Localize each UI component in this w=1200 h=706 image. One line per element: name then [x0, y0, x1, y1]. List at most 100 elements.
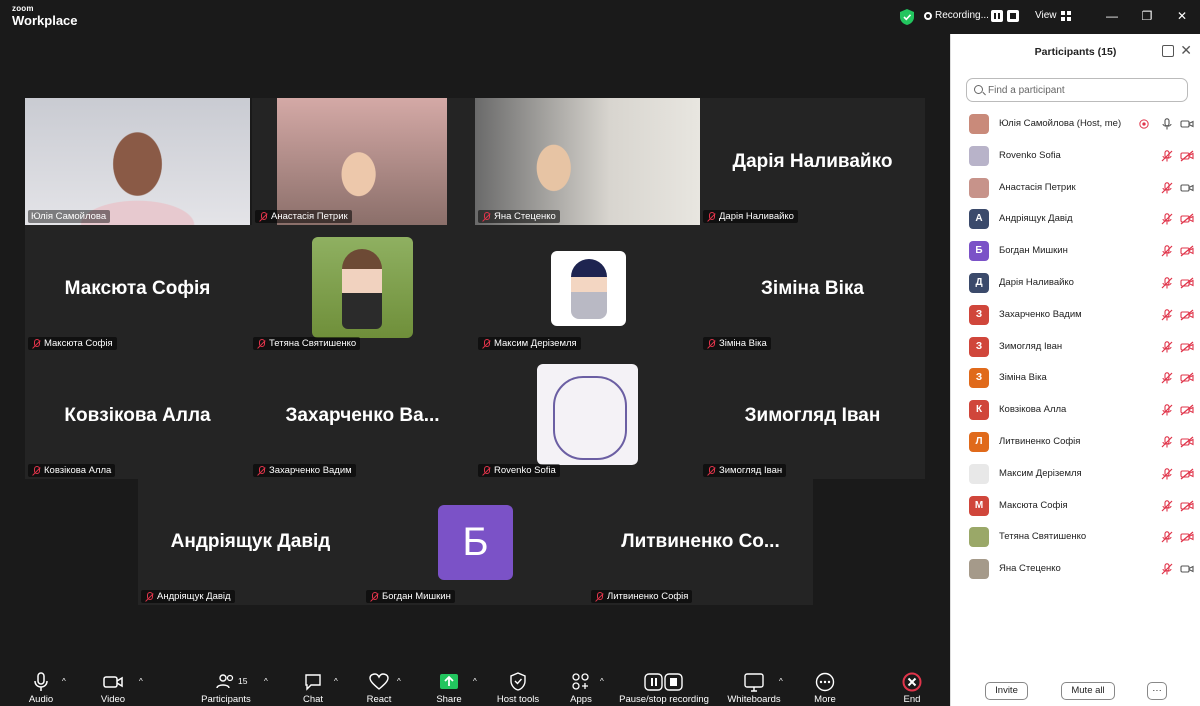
audio-options-chevron-icon[interactable]: ^: [62, 678, 70, 686]
search-input[interactable]: [988, 82, 1178, 98]
view-button[interactable]: View: [1035, 10, 1057, 21]
pause-recording-button[interactable]: [991, 10, 1003, 22]
invite-button[interactable]: Invite: [985, 682, 1028, 700]
mic-muted-icon[interactable]: [1161, 277, 1173, 289]
mic-muted-icon[interactable]: [1161, 499, 1173, 512]
participant-avatar: М: [969, 495, 989, 516]
chat-options-chevron-icon[interactable]: ^: [334, 678, 342, 686]
react-button[interactable]: React: [362, 666, 396, 706]
participant-name: Литвиненко Со...: [621, 531, 780, 552]
mic-muted-icon[interactable]: [1161, 150, 1173, 162]
participants-button[interactable]: Participants: [196, 666, 256, 706]
participants-options-chevron-icon[interactable]: ^: [264, 678, 272, 686]
participant-row[interactable]: Тетяна Святишенко: [951, 521, 1200, 553]
video-tile[interactable]: Б Богдан Мишкин: [363, 479, 588, 605]
camera-off-icon[interactable]: [1180, 213, 1194, 225]
mic-muted-icon[interactable]: [1161, 468, 1173, 480]
video-tile[interactable]: Rovenko Sofia: [475, 352, 700, 479]
mic-muted-icon[interactable]: [1161, 181, 1173, 194]
title-bar: zoom Workplace: [0, 0, 950, 34]
host-tools-button[interactable]: Host tools: [495, 666, 541, 706]
stop-recording-button[interactable]: [1007, 10, 1019, 22]
mic-muted-icon[interactable]: [1161, 404, 1173, 416]
video-button[interactable]: Video: [94, 666, 132, 706]
video-tile[interactable]: Зіміна Віка Зіміна Віка: [700, 225, 925, 352]
tile-label-text: Юлія Самойлова: [31, 211, 107, 222]
more-button[interactable]: More: [808, 666, 842, 706]
video-options-chevron-icon[interactable]: ^: [139, 678, 147, 686]
video-tile[interactable]: Максюта Софія Максюта Софія: [25, 225, 250, 352]
whiteboards-button[interactable]: Whiteboards: [724, 666, 784, 706]
camera-off-icon[interactable]: [1180, 150, 1194, 162]
shield-icon[interactable]: [900, 9, 914, 25]
video-tile[interactable]: Литвиненко Со... Литвиненко Софія: [588, 479, 813, 605]
camera-off-icon[interactable]: [1180, 500, 1194, 512]
grid-view-icon[interactable]: [1061, 11, 1071, 21]
camera-off-icon[interactable]: [1180, 245, 1194, 257]
camera-icon[interactable]: [1180, 563, 1194, 575]
audio-button[interactable]: Audio: [22, 666, 60, 706]
close-panel-icon[interactable]: ✕: [1180, 43, 1192, 57]
participant-row[interactable]: К Ковзікова Алла: [951, 394, 1200, 426]
camera-icon[interactable]: [1180, 182, 1194, 194]
close-window-button[interactable]: ✕: [1172, 7, 1192, 25]
participant-avatar-image: [551, 251, 626, 326]
pause-stop-recording-button[interactable]: Pause/stop recording: [616, 666, 712, 706]
mic-muted-icon[interactable]: [1161, 436, 1173, 448]
chat-button[interactable]: Chat: [296, 666, 330, 706]
video-tile[interactable]: Андріящук Давід Андріящук Давід: [138, 479, 363, 605]
mic-muted-icon[interactable]: [1161, 563, 1173, 575]
camera-off-icon[interactable]: [1180, 436, 1194, 448]
share-button[interactable]: Share: [430, 666, 468, 706]
camera-off-icon[interactable]: [1180, 372, 1194, 384]
whiteboards-options-chevron-icon[interactable]: ^: [779, 678, 787, 686]
participant-row[interactable]: Б Богдан Мишкин: [951, 235, 1200, 267]
minimize-button[interactable]: —: [1102, 7, 1122, 25]
participant-row[interactable]: Максим Деріземля: [951, 458, 1200, 490]
mic-muted-icon[interactable]: [1161, 245, 1173, 257]
video-tile[interactable]: Тетяна Святишенко: [250, 225, 475, 352]
camera-icon[interactable]: [1180, 118, 1194, 130]
video-tile[interactable]: Максим Деріземля: [475, 225, 700, 352]
video-tile[interactable]: Юлія Самойлова: [25, 98, 250, 225]
apps-button[interactable]: Apps: [564, 666, 598, 706]
camera-off-icon[interactable]: [1180, 531, 1194, 543]
more-options-button[interactable]: ···: [1147, 682, 1167, 700]
participant-search[interactable]: [966, 78, 1188, 102]
mic-muted-icon[interactable]: [1161, 340, 1173, 353]
mic-muted-icon[interactable]: [1161, 309, 1173, 321]
camera-off-icon[interactable]: [1180, 468, 1194, 480]
video-tile[interactable]: Анастасія Петрик: [252, 98, 475, 225]
mic-muted-icon[interactable]: [1161, 531, 1173, 543]
react-options-chevron-icon[interactable]: ^: [397, 678, 405, 686]
participant-row[interactable]: З Зимогляд Іван: [951, 331, 1200, 363]
video-tile[interactable]: Зимогляд Іван Зимогляд Іван: [700, 352, 925, 479]
camera-off-icon[interactable]: [1180, 404, 1194, 416]
participant-row[interactable]: Анастасія Петрик: [951, 172, 1200, 204]
participant-row[interactable]: Д Дарія Наливайко: [951, 267, 1200, 299]
pop-out-icon[interactable]: [1162, 45, 1174, 57]
share-options-chevron-icon[interactable]: ^: [473, 678, 481, 686]
apps-options-chevron-icon[interactable]: ^: [600, 678, 608, 686]
participant-row[interactable]: Л Литвиненко Софія: [951, 426, 1200, 458]
participant-row[interactable]: А Андріящук Давід: [951, 203, 1200, 235]
participant-row[interactable]: М Максюта Софія: [951, 490, 1200, 522]
participant-row[interactable]: Яна Стеценко: [951, 553, 1200, 585]
camera-off-icon[interactable]: [1180, 341, 1194, 353]
participant-row[interactable]: З Захарченко Вадим: [951, 299, 1200, 331]
participant-row[interactable]: Rovenko Sofia: [951, 140, 1200, 172]
participant-row[interactable]: Юлія Самойлова (Host, me): [951, 108, 1200, 140]
microphone-icon[interactable]: [1161, 118, 1173, 130]
camera-off-icon[interactable]: [1180, 309, 1194, 321]
mic-muted-icon[interactable]: [1161, 213, 1173, 225]
video-tile[interactable]: Захарченко Ва... Захарченко Вадим: [250, 352, 475, 479]
video-tile[interactable]: Дарія Наливайко Дарія Наливайко: [700, 98, 925, 225]
video-tile[interactable]: Ковзікова Алла Ковзікова Алла: [25, 352, 250, 479]
video-tile[interactable]: Яна Стеценко: [475, 98, 700, 225]
end-meeting-button[interactable]: End: [896, 666, 928, 706]
mic-muted-icon[interactable]: [1161, 372, 1173, 384]
camera-off-icon[interactable]: [1180, 277, 1194, 289]
mute-all-button[interactable]: Mute all: [1061, 682, 1115, 700]
restore-button[interactable]: ❐: [1137, 7, 1157, 25]
participant-row[interactable]: З Зіміна Віка: [951, 362, 1200, 394]
